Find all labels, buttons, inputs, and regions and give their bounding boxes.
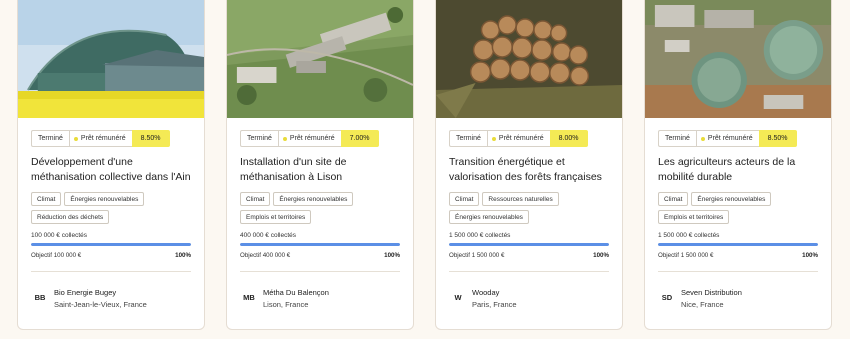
org-avatar: SD — [658, 288, 676, 306]
progress-percent: 100% — [802, 252, 818, 259]
status-badges: Terminé Prêt rémunéré 8.50% — [31, 130, 170, 147]
org-name[interactable]: Wooday — [472, 288, 499, 297]
tag-list: Climat Ressources naturelles Énergies re… — [449, 192, 617, 224]
project-image — [436, 0, 622, 118]
status-dot-icon — [491, 136, 496, 141]
status-badges: Terminé Prêt rémunéré 7.00% — [240, 130, 379, 147]
status-badges: Terminé Prêt rémunéré 8.50% — [658, 130, 797, 147]
collected-amount: 1 500 000 € collectés — [658, 232, 720, 239]
goal-amount: Objectif 1 500 000 € — [658, 252, 714, 259]
goal-amount: Objectif 1 500 000 € — [449, 252, 505, 259]
status-badge: Terminé — [31, 130, 69, 147]
loan-type-badge: Prêt rémunéré — [486, 130, 550, 147]
project-image — [227, 0, 413, 118]
goal-amount: Objectif 100 000 € — [31, 252, 82, 259]
rate-badge: 7.00% — [340, 130, 379, 147]
tag: Climat — [449, 192, 480, 206]
progress-percent: 100% — [384, 252, 400, 259]
tag: Climat — [658, 192, 689, 206]
org-avatar: BB — [31, 288, 49, 306]
progress-bar — [31, 243, 191, 246]
progress-bar — [658, 243, 818, 246]
progress-percent: 100% — [175, 252, 191, 259]
tag: Climat — [31, 192, 62, 206]
loan-type-badge: Prêt rémunéré — [695, 130, 759, 147]
project-title[interactable]: Les agriculteurs acteurs de la mobilité … — [658, 155, 824, 185]
progress-fill — [240, 243, 400, 246]
project-card[interactable]: Terminé Prêt rémunéré 8.50% Les agricult… — [644, 0, 832, 330]
collected-amount: 1 500 000 € collectés — [449, 232, 511, 239]
org-location: Nice, France — [681, 300, 724, 309]
rate-badge: 8.50% — [758, 130, 797, 147]
tag: Énergies renouvelables — [273, 192, 354, 206]
project-image — [18, 0, 204, 118]
tag: Énergies renouvelables — [691, 192, 772, 206]
project-image — [645, 0, 831, 118]
rate-badge: 8.00% — [549, 130, 588, 147]
status-dot-icon — [73, 136, 78, 141]
tag-list: Climat Énergies renouvelables Emplois et… — [240, 192, 408, 224]
tag: Emplois et territoires — [658, 210, 730, 224]
tag-list: Climat Énergies renouvelables Emplois et… — [658, 192, 826, 224]
project-card[interactable]: Terminé Prêt rémunéré 8.00% Transition é… — [435, 0, 623, 330]
tag-list: Climat Énergies renouvelables Réduction … — [31, 192, 199, 224]
tag: Énergies renouvelables — [64, 192, 145, 206]
org-location: Saint-Jean-le-Vieux, France — [54, 300, 147, 309]
tag: Réduction des déchets — [31, 210, 110, 224]
progress-bar — [449, 243, 609, 246]
tag: Énergies renouvelables — [449, 210, 529, 224]
status-badge: Terminé — [449, 130, 487, 147]
collected-amount: 400 000 € collectés — [240, 232, 297, 239]
progress-fill — [658, 243, 818, 246]
status-dot-icon — [700, 136, 705, 141]
goal-amount: Objectif 400 000 € — [240, 252, 291, 259]
project-title[interactable]: Installation d'un site de méthanisation … — [240, 155, 406, 185]
org-avatar: MB — [240, 288, 258, 306]
loan-type-badge: Prêt rémunéré — [277, 130, 341, 147]
project-title[interactable]: Développement d'une méthanisation collec… — [31, 155, 197, 185]
org-name[interactable]: Seven Distribution — [681, 288, 742, 297]
project-title[interactable]: Transition énergétique et valorisation d… — [449, 155, 615, 185]
status-badge: Terminé — [658, 130, 696, 147]
org-name[interactable]: Bio Energie Bugey — [54, 288, 116, 297]
loan-type-badge: Prêt rémunéré — [68, 130, 132, 147]
status-badge: Terminé — [240, 130, 278, 147]
tag: Climat — [240, 192, 271, 206]
divider — [449, 271, 609, 272]
project-card[interactable]: Terminé Prêt rémunéré 7.00% Installation… — [226, 0, 414, 330]
tag: Ressources naturelles — [482, 192, 559, 206]
progress-percent: 100% — [593, 252, 609, 259]
collected-amount: 100 000 € collectés — [31, 232, 88, 239]
progress-bar — [240, 243, 400, 246]
rate-badge: 8.50% — [131, 130, 170, 147]
progress-fill — [449, 243, 609, 246]
progress-fill — [31, 243, 191, 246]
status-badges: Terminé Prêt rémunéré 8.00% — [449, 130, 588, 147]
project-card[interactable]: Terminé Prêt rémunéré 8.50% Développemen… — [17, 0, 205, 330]
org-location: Paris, France — [472, 300, 517, 309]
divider — [31, 271, 191, 272]
org-location: Lison, France — [263, 300, 309, 309]
divider — [658, 271, 818, 272]
org-avatar: W — [449, 288, 467, 306]
tag: Emplois et territoires — [240, 210, 312, 224]
divider — [240, 271, 400, 272]
org-name[interactable]: Métha Du Balençon — [263, 288, 329, 297]
status-dot-icon — [282, 136, 287, 141]
